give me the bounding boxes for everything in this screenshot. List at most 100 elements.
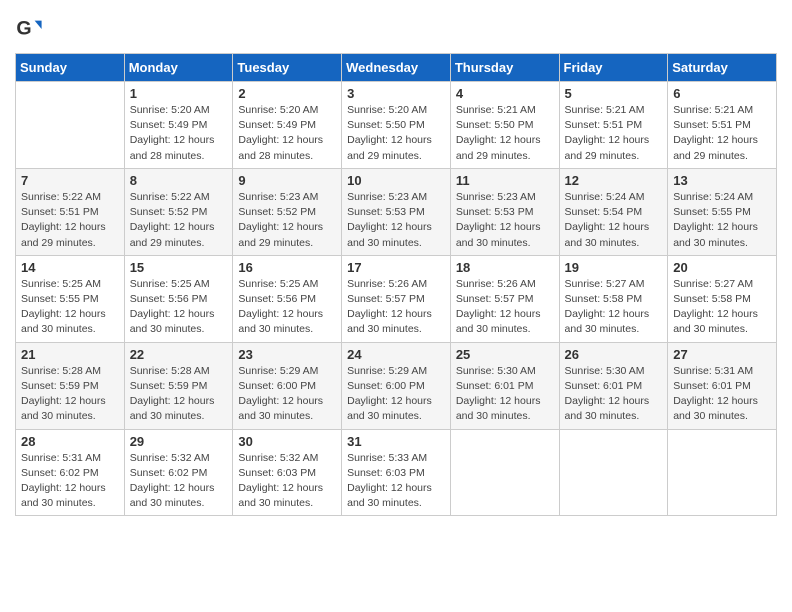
calendar-cell: 8Sunrise: 5:22 AMSunset: 5:52 PMDaylight… [124, 168, 233, 255]
calendar-cell: 4 Sunrise: 5:21 AMSunset: 5:50 PMDaylight… [450, 82, 559, 169]
day-number: 29 [130, 434, 228, 449]
day-number: 5 [565, 86, 663, 101]
weekday-header-row: SundayMondayTuesdayWednesdayThursdayFrid… [16, 54, 777, 82]
calendar-cell: 7 Sunrise: 5:22 AMSunset: 5:51 PMDaylight… [16, 168, 125, 255]
day-number: 22 [130, 347, 228, 362]
calendar-cell [668, 429, 777, 516]
weekday-header-tuesday: Tuesday [233, 54, 342, 82]
day-info: Sunrise: 5:23 AMSunset: 5:52 PMDaylight:… [238, 190, 336, 251]
calendar-cell: 21 Sunrise: 5:28 AMSunset: 5:59 PMDayligh… [16, 342, 125, 429]
day-info: Sunrise: 5:21 AMSunset: 5:50 PMDaylight:… [456, 103, 554, 164]
day-number: 18 [456, 260, 554, 275]
weekday-header-saturday: Saturday [668, 54, 777, 82]
day-info: Sunrise: 5:29 AMSunset: 6:00 PMDaylight:… [347, 364, 445, 425]
calendar-body: 1Sunrise: 5:20 AMSunset: 5:49 PMDaylight… [16, 82, 777, 516]
weekday-header-friday: Friday [559, 54, 668, 82]
day-info: Sunrise: 5:22 AMSunset: 5:52 PMDaylight:… [130, 190, 228, 251]
day-number: 25 [456, 347, 554, 362]
calendar-cell: 27 Sunrise: 5:31 AMSunset: 6:01 PMDayligh… [668, 342, 777, 429]
day-info: Sunrise: 5:28 AMSunset: 5:59 PMDaylight:… [21, 364, 119, 425]
day-info: Sunrise: 5:21 AMSunset: 5:51 PMDaylight:… [673, 103, 771, 164]
calendar-cell: 30Sunrise: 5:32 AMSunset: 6:03 PMDayligh… [233, 429, 342, 516]
day-info: Sunrise: 5:25 AMSunset: 5:56 PMDaylight:… [130, 277, 228, 338]
day-info: Sunrise: 5:30 AMSunset: 6:01 PMDaylight:… [565, 364, 663, 425]
day-info: Sunrise: 5:22 AMSunset: 5:51 PMDaylight:… [21, 190, 119, 251]
day-number: 6 [673, 86, 771, 101]
day-info: Sunrise: 5:29 AMSunset: 6:00 PMDaylight:… [238, 364, 336, 425]
day-number: 2 [238, 86, 336, 101]
calendar-cell: 20 Sunrise: 5:27 AMSunset: 5:58 PMDayligh… [668, 255, 777, 342]
day-info: Sunrise: 5:20 AMSunset: 5:49 PMDaylight:… [130, 103, 228, 164]
calendar-cell: 29 Sunrise: 5:32 AMSunset: 6:02 PMDayligh… [124, 429, 233, 516]
day-number: 31 [347, 434, 445, 449]
calendar-table: SundayMondayTuesdayWednesdayThursdayFrid… [15, 53, 777, 516]
calendar-cell: 26 Sunrise: 5:30 AMSunset: 6:01 PMDayligh… [559, 342, 668, 429]
day-number: 26 [565, 347, 663, 362]
day-number: 27 [673, 347, 771, 362]
day-number: 23 [238, 347, 336, 362]
calendar-cell [559, 429, 668, 516]
day-info: Sunrise: 5:25 AMSunset: 5:55 PMDaylight:… [21, 277, 119, 338]
calendar-cell: 24Sunrise: 5:29 AMSunset: 6:00 PMDayligh… [342, 342, 451, 429]
day-info: Sunrise: 5:24 AMSunset: 5:54 PMDaylight:… [565, 190, 663, 251]
weekday-header-wednesday: Wednesday [342, 54, 451, 82]
day-info: Sunrise: 5:27 AMSunset: 5:58 PMDaylight:… [565, 277, 663, 338]
calendar-cell: 9Sunrise: 5:23 AMSunset: 5:52 PMDaylight… [233, 168, 342, 255]
calendar-cell: 14 Sunrise: 5:25 AMSunset: 5:55 PMDayligh… [16, 255, 125, 342]
calendar-cell: 31Sunrise: 5:33 AMSunset: 6:03 PMDayligh… [342, 429, 451, 516]
day-number: 7 [21, 173, 119, 188]
logo: G [15, 15, 45, 43]
calendar-header: SundayMondayTuesdayWednesdayThursdayFrid… [16, 54, 777, 82]
calendar-cell: 12Sunrise: 5:24 AMSunset: 5:54 PMDayligh… [559, 168, 668, 255]
calendar-cell [16, 82, 125, 169]
day-info: Sunrise: 5:30 AMSunset: 6:01 PMDaylight:… [456, 364, 554, 425]
calendar-week-row: 7 Sunrise: 5:22 AMSunset: 5:51 PMDaylight… [16, 168, 777, 255]
svg-text:G: G [16, 18, 31, 40]
calendar-cell: 2 Sunrise: 5:20 AMSunset: 5:49 PMDaylight… [233, 82, 342, 169]
day-number: 20 [673, 260, 771, 275]
weekday-header-monday: Monday [124, 54, 233, 82]
day-info: Sunrise: 5:31 AMSunset: 6:01 PMDaylight:… [673, 364, 771, 425]
calendar-cell: 10 Sunrise: 5:23 AMSunset: 5:53 PMDayligh… [342, 168, 451, 255]
day-number: 4 [456, 86, 554, 101]
day-info: Sunrise: 5:20 AMSunset: 5:49 PMDaylight:… [238, 103, 336, 164]
weekday-header-sunday: Sunday [16, 54, 125, 82]
logo-icon: G [15, 15, 43, 43]
day-number: 16 [238, 260, 336, 275]
day-number: 28 [21, 434, 119, 449]
day-info: Sunrise: 5:32 AMSunset: 6:02 PMDaylight:… [130, 451, 228, 512]
calendar-cell: 19Sunrise: 5:27 AMSunset: 5:58 PMDayligh… [559, 255, 668, 342]
day-info: Sunrise: 5:23 AMSunset: 5:53 PMDaylight:… [347, 190, 445, 251]
day-info: Sunrise: 5:23 AMSunset: 5:53 PMDaylight:… [456, 190, 554, 251]
calendar-week-row: 21 Sunrise: 5:28 AMSunset: 5:59 PMDayligh… [16, 342, 777, 429]
day-info: Sunrise: 5:20 AMSunset: 5:50 PMDaylight:… [347, 103, 445, 164]
calendar-cell: 22Sunrise: 5:28 AMSunset: 5:59 PMDayligh… [124, 342, 233, 429]
day-info: Sunrise: 5:21 AMSunset: 5:51 PMDaylight:… [565, 103, 663, 164]
day-info: Sunrise: 5:32 AMSunset: 6:03 PMDaylight:… [238, 451, 336, 512]
calendar-week-row: 1Sunrise: 5:20 AMSunset: 5:49 PMDaylight… [16, 82, 777, 169]
day-number: 17 [347, 260, 445, 275]
day-info: Sunrise: 5:24 AMSunset: 5:55 PMDaylight:… [673, 190, 771, 251]
day-number: 21 [21, 347, 119, 362]
day-number: 10 [347, 173, 445, 188]
day-info: Sunrise: 5:27 AMSunset: 5:58 PMDaylight:… [673, 277, 771, 338]
calendar-week-row: 28 Sunrise: 5:31 AMSunset: 6:02 PMDayligh… [16, 429, 777, 516]
weekday-header-thursday: Thursday [450, 54, 559, 82]
calendar-cell: 18 Sunrise: 5:26 AMSunset: 5:57 PMDayligh… [450, 255, 559, 342]
day-info: Sunrise: 5:26 AMSunset: 5:57 PMDaylight:… [456, 277, 554, 338]
day-info: Sunrise: 5:31 AMSunset: 6:02 PMDaylight:… [21, 451, 119, 512]
day-number: 13 [673, 173, 771, 188]
calendar-cell: 17 Sunrise: 5:26 AMSunset: 5:57 PMDayligh… [342, 255, 451, 342]
day-number: 14 [21, 260, 119, 275]
day-number: 11 [456, 173, 554, 188]
calendar-cell: 16 Sunrise: 5:25 AMSunset: 5:56 PMDayligh… [233, 255, 342, 342]
calendar-cell: 3 Sunrise: 5:20 AMSunset: 5:50 PMDaylight… [342, 82, 451, 169]
calendar-cell: 25 Sunrise: 5:30 AMSunset: 6:01 PMDayligh… [450, 342, 559, 429]
day-info: Sunrise: 5:25 AMSunset: 5:56 PMDaylight:… [238, 277, 336, 338]
calendar-cell: 13 Sunrise: 5:24 AMSunset: 5:55 PMDayligh… [668, 168, 777, 255]
day-info: Sunrise: 5:26 AMSunset: 5:57 PMDaylight:… [347, 277, 445, 338]
calendar-cell: 15 Sunrise: 5:25 AMSunset: 5:56 PMDayligh… [124, 255, 233, 342]
day-number: 15 [130, 260, 228, 275]
calendar-cell: 23 Sunrise: 5:29 AMSunset: 6:00 PMDayligh… [233, 342, 342, 429]
day-number: 3 [347, 86, 445, 101]
